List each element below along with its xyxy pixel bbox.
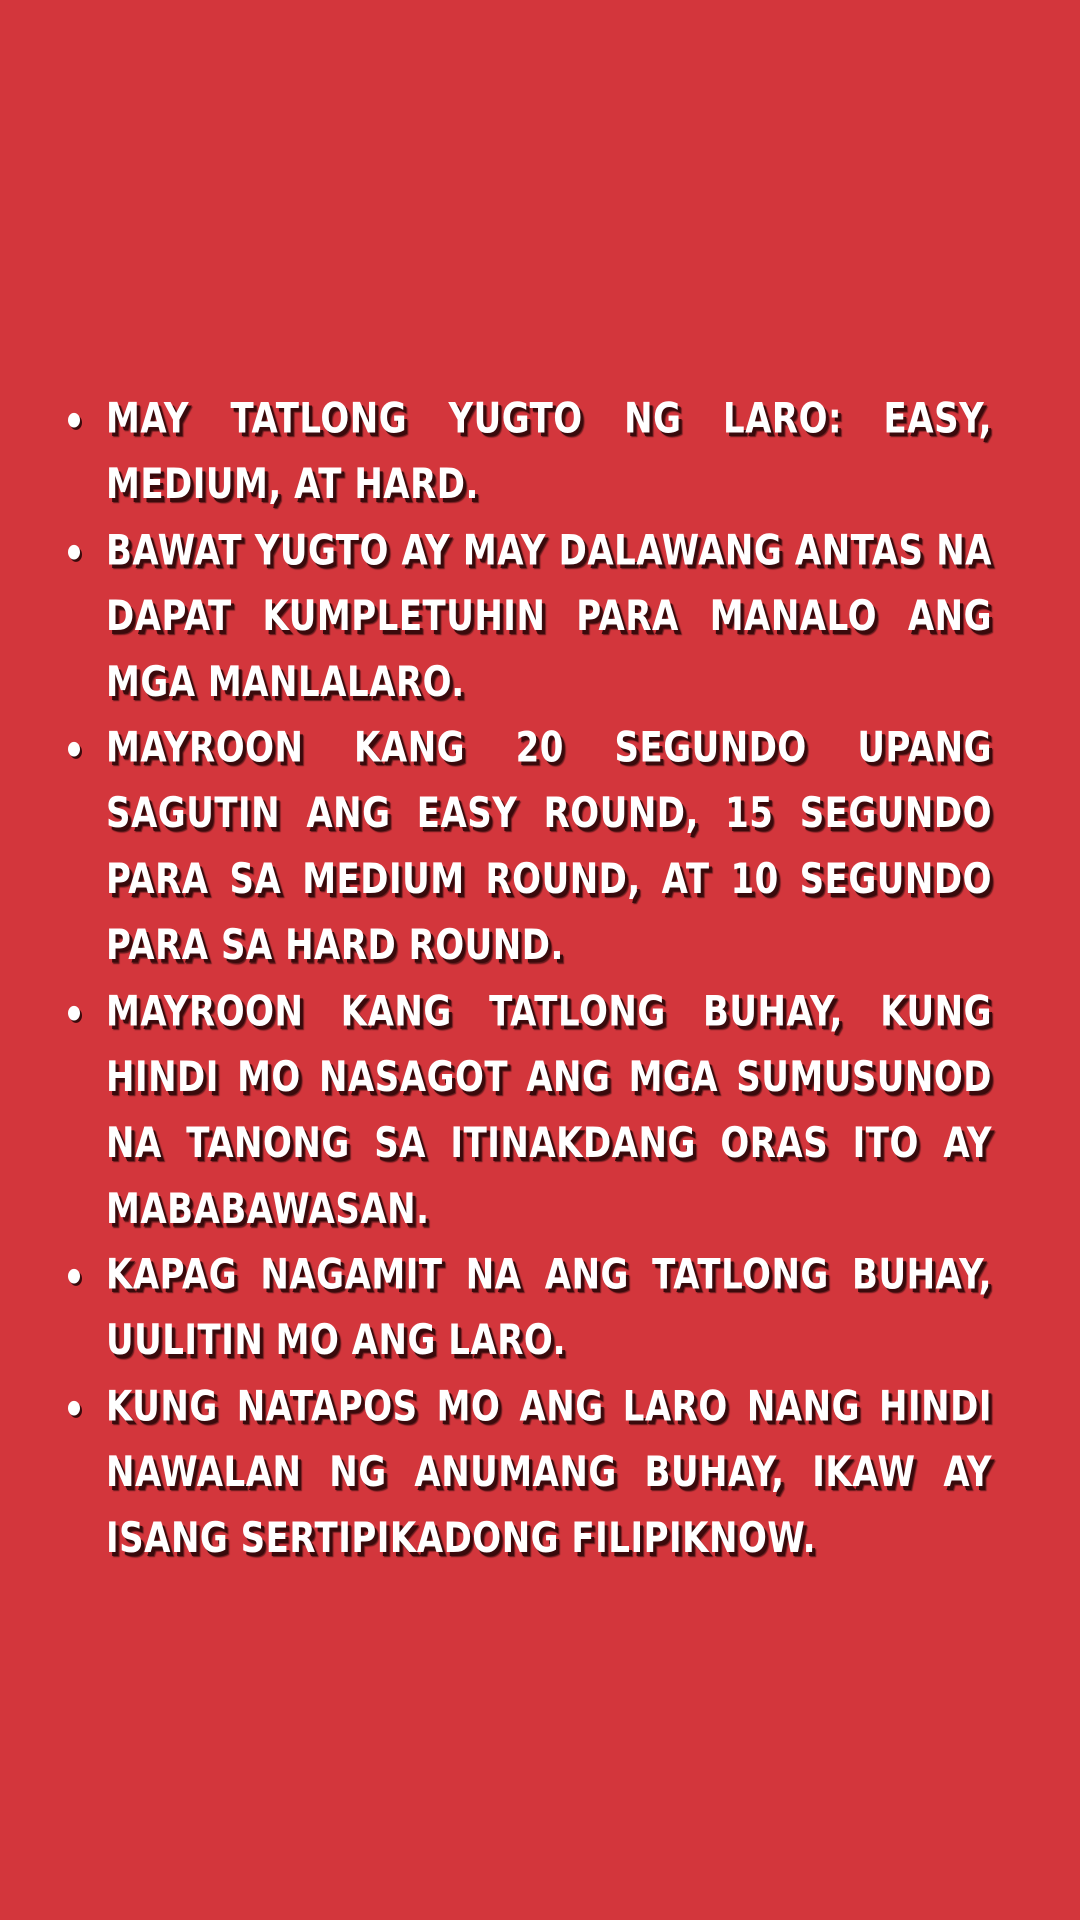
- rule-text: Bawat yugto ay may dalawang antas na dap…: [106, 526, 992, 707]
- game-rules-screen: May tatlong yugto ng laro: Easy, Medium,…: [0, 0, 1080, 1920]
- bullet-icon: [68, 1269, 80, 1284]
- rule-line: Mayroon kang 20 segundo upang sagutin an…: [62, 715, 992, 979]
- rule-text: Mayroon kang tatlong buhay, kung hindi m…: [106, 987, 992, 1234]
- rule-text: Mayroon kang 20 segundo upang sagutin an…: [106, 723, 992, 971]
- rule-line: Kung natapos mo ang laro nang hindi nawa…: [62, 1374, 992, 1572]
- rule-text: Kapag nagamit na ang tatlong buhay, uuli…: [106, 1250, 992, 1366]
- rule-line: Bawat yugto ay may dalawang antas na dap…: [62, 518, 992, 716]
- bullet-icon: [68, 1005, 80, 1021]
- rule-item: May tatlong yugto ng laro: Easy, Medium,…: [62, 386, 992, 518]
- bullet-icon: [68, 544, 80, 560]
- bullet-icon: [68, 742, 80, 757]
- bullet-icon: [68, 412, 80, 428]
- rule-item: Kapag nagamit na ang tatlong buhay, uuli…: [62, 1242, 992, 1374]
- rules-list: May tatlong yugto ng laro: Easy, Medium,…: [62, 386, 992, 1572]
- rule-item: Mayroon kang tatlong buhay, kung hindi m…: [62, 979, 992, 1243]
- rule-item: Kung natapos mo ang laro nang hindi nawa…: [62, 1374, 992, 1572]
- rule-line: Mayroon kang tatlong buhay, kung hindi m…: [62, 979, 992, 1243]
- rule-line: Kapag nagamit na ang tatlong buhay, uuli…: [62, 1242, 992, 1374]
- rule-item: Bawat yugto ay may dalawang antas na dap…: [62, 518, 992, 716]
- rule-text: May tatlong yugto ng laro: Easy, Medium,…: [106, 394, 992, 510]
- rule-item: Mayroon kang 20 segundo upang sagutin an…: [62, 715, 992, 979]
- bullet-icon: [68, 1400, 80, 1416]
- rule-line: May tatlong yugto ng laro: Easy, Medium,…: [62, 386, 992, 518]
- rule-text: Kung natapos mo ang laro nang hindi nawa…: [106, 1382, 992, 1564]
